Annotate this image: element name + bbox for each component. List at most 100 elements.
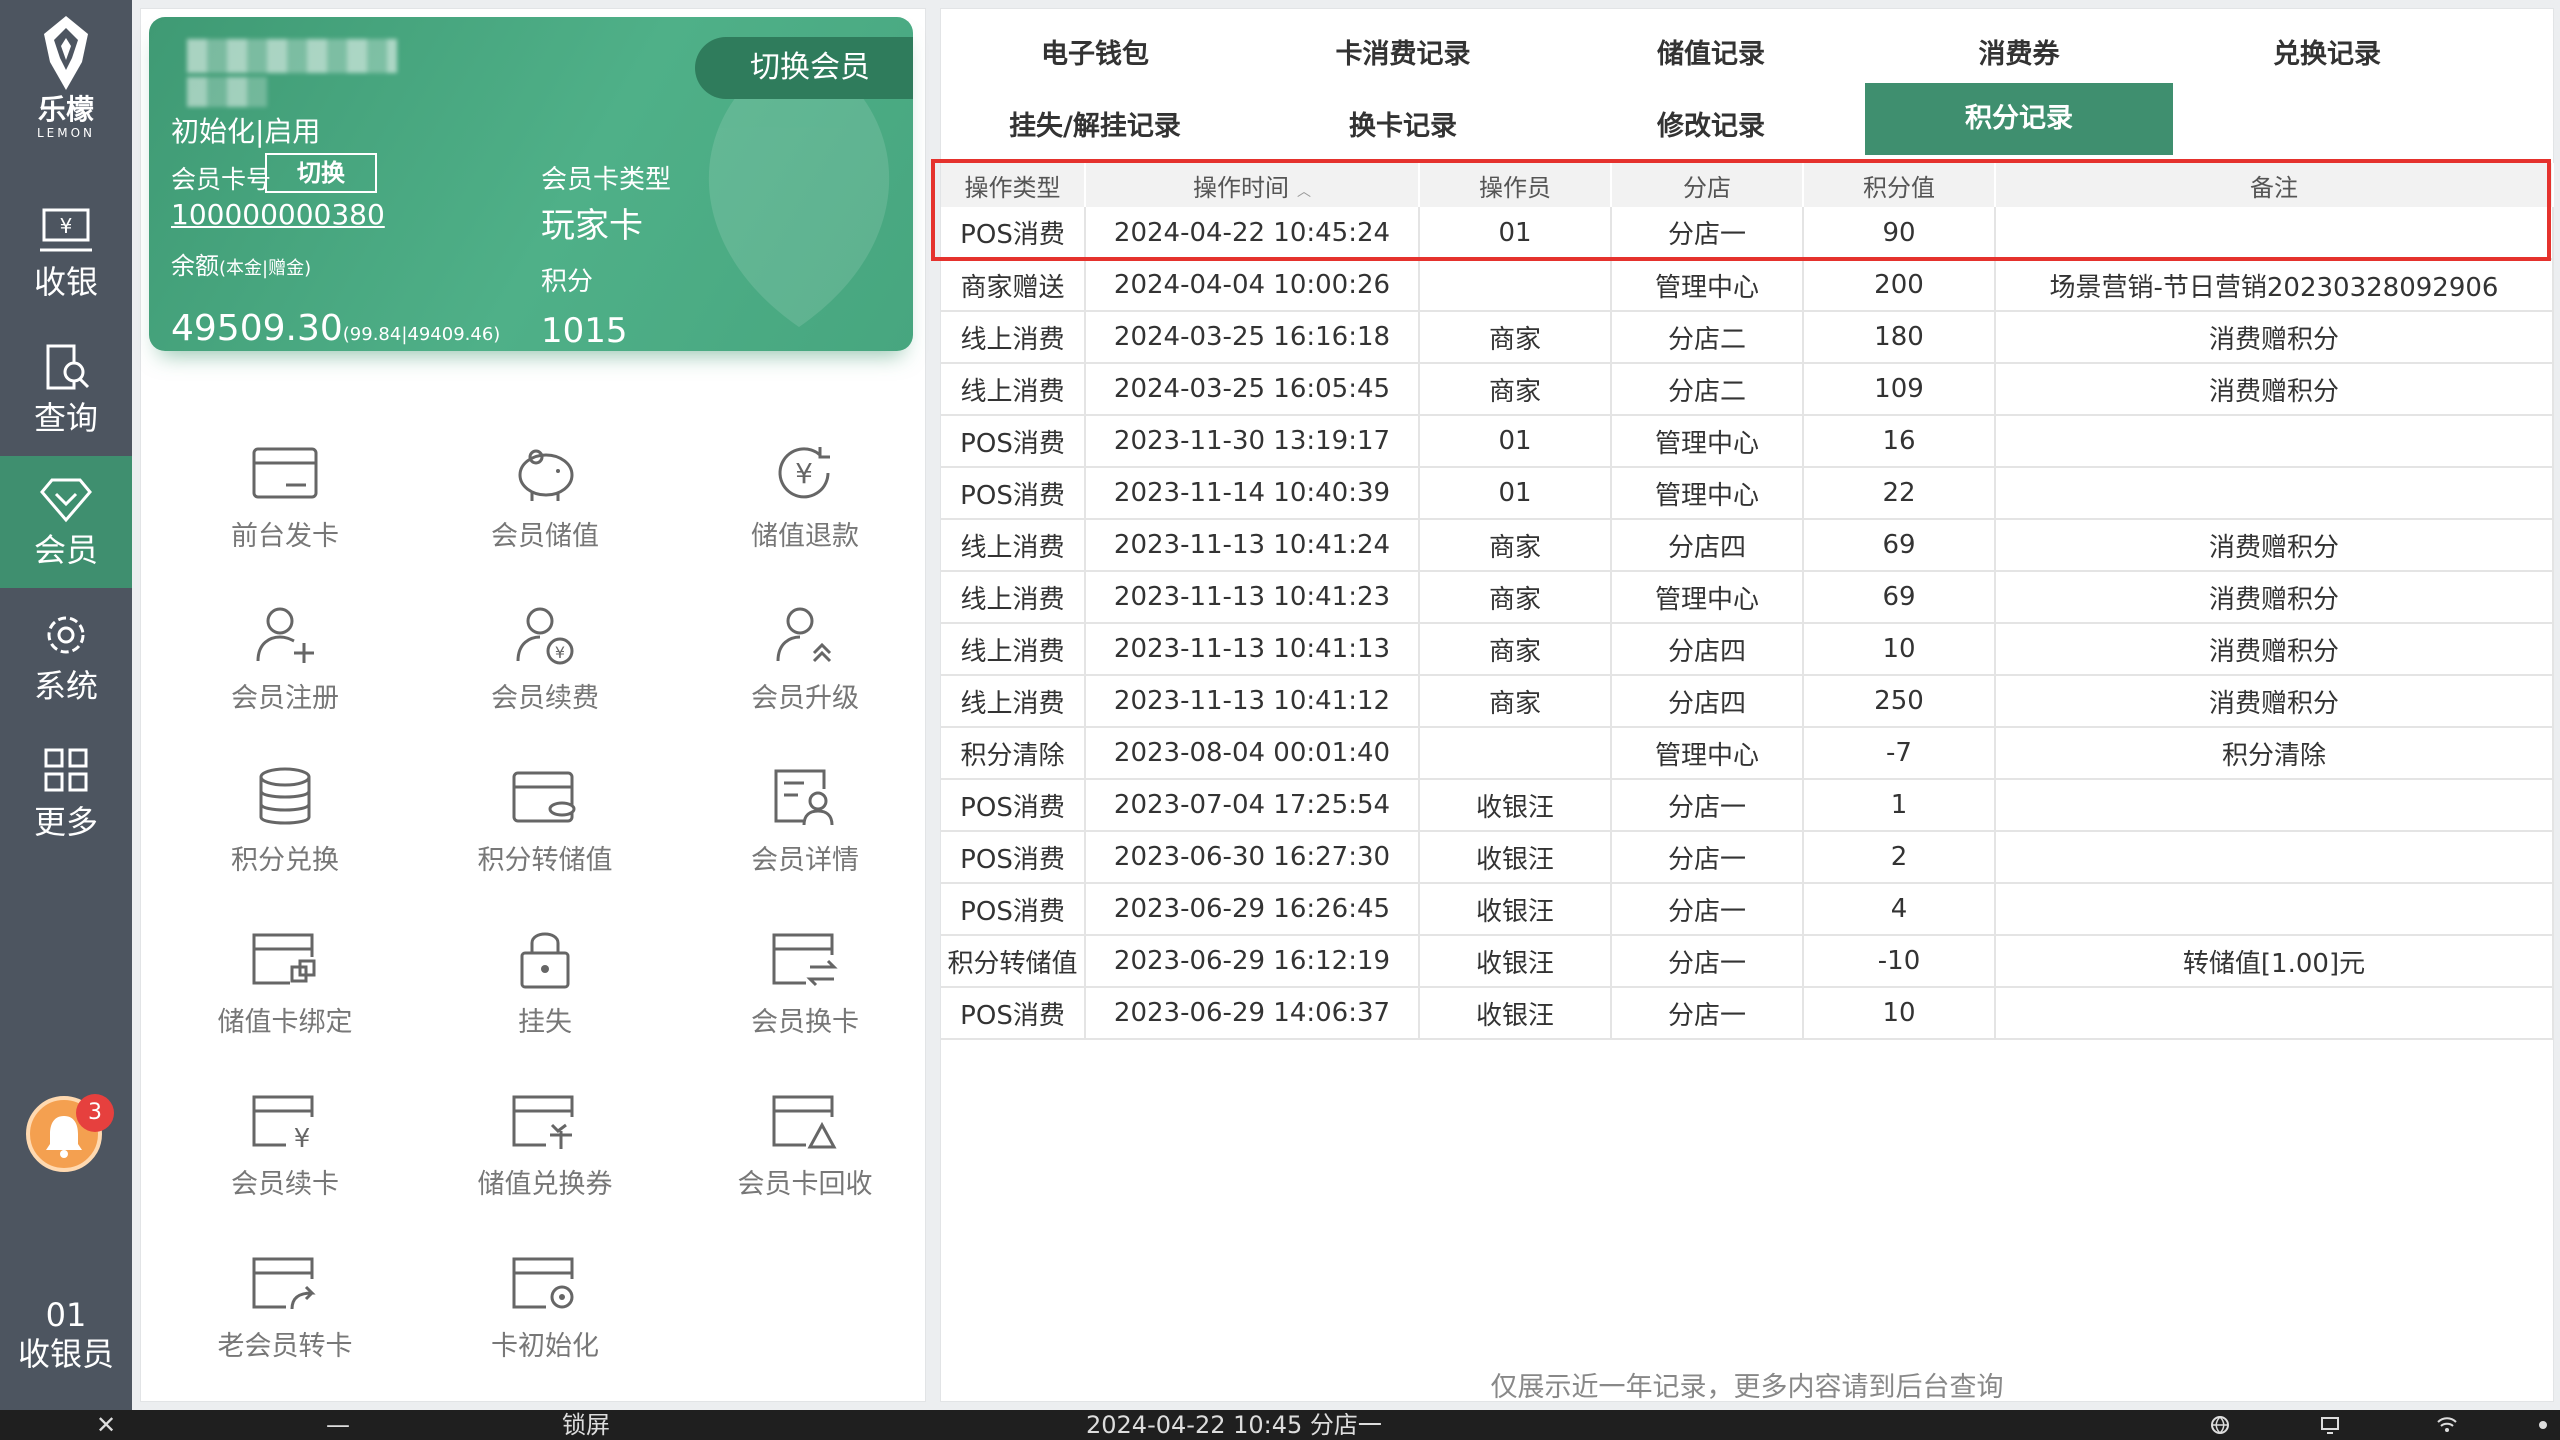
- tab-modify-records[interactable]: 修改记录: [1557, 91, 1865, 163]
- table-cell: POS消费: [941, 987, 1086, 1040]
- nav-item-system[interactable]: 系统: [0, 592, 132, 724]
- column-header[interactable]: 操作员: [1419, 163, 1612, 207]
- function-upgrade[interactable]: 会员升级: [675, 591, 935, 753]
- card-reset-icon: [512, 1257, 574, 1309]
- nav-item-member[interactable]: 会员: [0, 456, 132, 588]
- table-cell: 109: [1803, 363, 1996, 416]
- table-cell: [1995, 987, 2554, 1040]
- function-label: 储值卡绑定: [217, 1007, 353, 1038]
- function-renew-card[interactable]: ¥ 会员续卡: [155, 1077, 415, 1239]
- tab-coupons[interactable]: 消费券: [1865, 19, 2173, 91]
- tab-loss-records[interactable]: 挂失/解挂记录: [941, 91, 1249, 163]
- monitor-icon[interactable]: [2320, 1415, 2340, 1435]
- function-transfer-card[interactable]: 老会员转卡: [155, 1239, 415, 1401]
- close-icon[interactable]: ✕: [96, 1410, 116, 1440]
- function-member-detail[interactable]: 会员详情: [675, 753, 935, 915]
- table-cell: 2023-11-13 10:41:23: [1085, 571, 1420, 624]
- nav-item-more[interactable]: 更多: [0, 728, 132, 860]
- table-cell: 分店四: [1611, 519, 1804, 572]
- function-points-to-balance[interactable]: 积分转储值: [415, 753, 675, 915]
- app-logo: 乐檬 LEMON: [0, 14, 132, 140]
- card-no[interactable]: 100000000380: [171, 197, 385, 233]
- table-cell: 分店一: [1611, 883, 1804, 936]
- table-row[interactable]: 商家赠送 2024-04-04 10:00:26 管理中心 200 场景营销-节日营销2…: [941, 259, 2554, 312]
- table-cell: 2023-06-30 16:27:30: [1085, 831, 1420, 884]
- nav-item-query[interactable]: 查询: [0, 324, 132, 456]
- notification-button[interactable]: 3: [26, 1094, 114, 1172]
- table-row[interactable]: 线上消费 2023-11-13 10:41:12 商家 分店四 250 消费赠积分: [941, 675, 2554, 728]
- column-header[interactable]: 分店: [1611, 163, 1804, 207]
- function-label: 会员升级: [751, 683, 859, 714]
- nav-label: 系统: [33, 667, 98, 705]
- function-bind-card[interactable]: 储值卡绑定: [155, 915, 415, 1077]
- table-row[interactable]: 线上消费 2024-03-25 16:16:18 商家 分店二 180 消费赠积分: [941, 311, 2554, 364]
- table-cell: 分店一: [1611, 935, 1804, 988]
- card-no-label: 会员卡号: [171, 165, 272, 194]
- table-cell: 200: [1803, 259, 1996, 312]
- table-cell: 2023-07-04 17:25:54: [1085, 779, 1420, 832]
- wifi-icon[interactable]: [2436, 1416, 2458, 1434]
- tab-e-wallet[interactable]: 电子钱包: [941, 19, 1249, 91]
- table-row[interactable]: 线上消费 2023-11-13 10:41:13 商家 分店四 10 消费赠积分: [941, 623, 2554, 676]
- table-row[interactable]: POS消费 2023-06-29 16:26:45 收银汪 分店一 4: [941, 883, 2554, 936]
- table-cell: POS消费: [941, 883, 1086, 936]
- tab-card-consumption[interactable]: 卡消费记录: [1249, 19, 1557, 91]
- switch-member-button[interactable]: 切换会员: [695, 37, 913, 99]
- tab-points-records[interactable]: 积分记录: [1865, 83, 2173, 155]
- function-deposit[interactable]: 会员储值: [415, 429, 675, 591]
- function-init-card[interactable]: 卡初始化: [415, 1239, 675, 1401]
- table-cell: 线上消费: [941, 363, 1086, 416]
- function-report-loss[interactable]: 挂失: [415, 915, 675, 1077]
- column-header[interactable]: 备注: [1995, 163, 2554, 207]
- member-panel: 切换会员 初始化|启用 会员卡号 切换 100000000380 余额(本金|赠…: [140, 8, 926, 1402]
- table-cell: 积分清除: [1995, 727, 2554, 780]
- tab-deposit-records[interactable]: 储值记录: [1557, 19, 1865, 91]
- table-row[interactable]: POS消费 2023-11-30 13:19:17 01 管理中心 16: [941, 415, 2554, 468]
- table-cell: 商家赠送: [941, 259, 1086, 312]
- table-cell: [1995, 883, 2554, 936]
- sort-icon[interactable]: ︿: [1297, 184, 1311, 200]
- function-points-exchange[interactable]: 积分兑换: [155, 753, 415, 915]
- function-label: 会员注册: [231, 683, 339, 714]
- tab-swap-records[interactable]: 换卡记录: [1249, 91, 1557, 163]
- tab-exchange-records[interactable]: 兑换记录: [2173, 19, 2481, 91]
- globe-icon[interactable]: [2210, 1415, 2230, 1435]
- table-row[interactable]: 线上消费 2023-11-13 10:41:23 商家 管理中心 69 消费赠积分: [941, 571, 2554, 624]
- function-recycle-card[interactable]: 会员卡回收: [675, 1077, 935, 1239]
- function-deposit-coupon[interactable]: 储值兑换券: [415, 1077, 675, 1239]
- column-header[interactable]: 积分值: [1803, 163, 1996, 207]
- user-add-icon: [256, 607, 314, 663]
- member-icon: [40, 478, 92, 523]
- card-swap-icon: [772, 933, 838, 987]
- table-row[interactable]: 线上消费 2024-03-25 16:05:45 商家 分店二 109 消费赠积分: [941, 363, 2554, 416]
- table-cell: 01: [1419, 415, 1612, 468]
- swap-card-button[interactable]: 切换: [265, 153, 377, 193]
- function-swap-card[interactable]: 会员换卡: [675, 915, 935, 1077]
- table-row[interactable]: POS消费 2023-07-04 17:25:54 收银汪 分店一 1: [941, 779, 2554, 832]
- table-cell: POS消费: [941, 831, 1086, 884]
- nav-item-cashier[interactable]: ¥ 收银: [0, 188, 132, 320]
- function-refund[interactable]: ¥ 储值退款: [675, 429, 935, 591]
- cashier-role: 收银员: [17, 1335, 114, 1373]
- function-issue-card[interactable]: 前台发卡: [155, 429, 415, 591]
- table-row[interactable]: 积分清除 2023-08-04 00:01:40 管理中心 -7 积分清除: [941, 727, 2554, 780]
- column-header-sortable[interactable]: 操作时间 ︿: [1085, 163, 1420, 207]
- table-row[interactable]: 线上消费 2023-11-13 10:41:24 商家 分店四 69 消费赠积分: [941, 519, 2554, 572]
- table-row[interactable]: POS消费 2023-06-29 14:06:37 收银汪 分店一 10: [941, 987, 2554, 1040]
- table-row[interactable]: POS消费 2023-11-14 10:40:39 01 管理中心 22: [941, 467, 2554, 520]
- column-header[interactable]: 操作类型: [941, 163, 1086, 207]
- function-renew-fee[interactable]: ¥ 会员续费: [415, 591, 675, 753]
- function-label: 会员换卡: [751, 1007, 859, 1038]
- table-row[interactable]: POS消费 2024-04-22 10:45:24 01 分店一 90: [941, 207, 2554, 260]
- footer-note: 仅展示近一年记录，更多内容请到后台查询: [1490, 1372, 2004, 1403]
- table-cell: 2024-04-04 10:00:26: [1085, 259, 1420, 312]
- function-register[interactable]: 会员注册: [155, 591, 415, 753]
- lock-screen-button[interactable]: 锁屏: [562, 1410, 610, 1440]
- svg-text:¥: ¥: [60, 214, 73, 238]
- table-row[interactable]: POS消费 2023-06-30 16:27:30 收银汪 分店一 2: [941, 831, 2554, 884]
- minimize-icon[interactable]: —: [326, 1410, 350, 1440]
- table-cell: 01: [1419, 207, 1612, 260]
- yen-refund-icon: ¥: [778, 447, 830, 499]
- logo-text: 乐檬: [37, 93, 94, 126]
- table-row[interactable]: 积分转储值 2023-06-29 16:12:19 收银汪 分店一 -10 转储值[1.0…: [941, 935, 2554, 988]
